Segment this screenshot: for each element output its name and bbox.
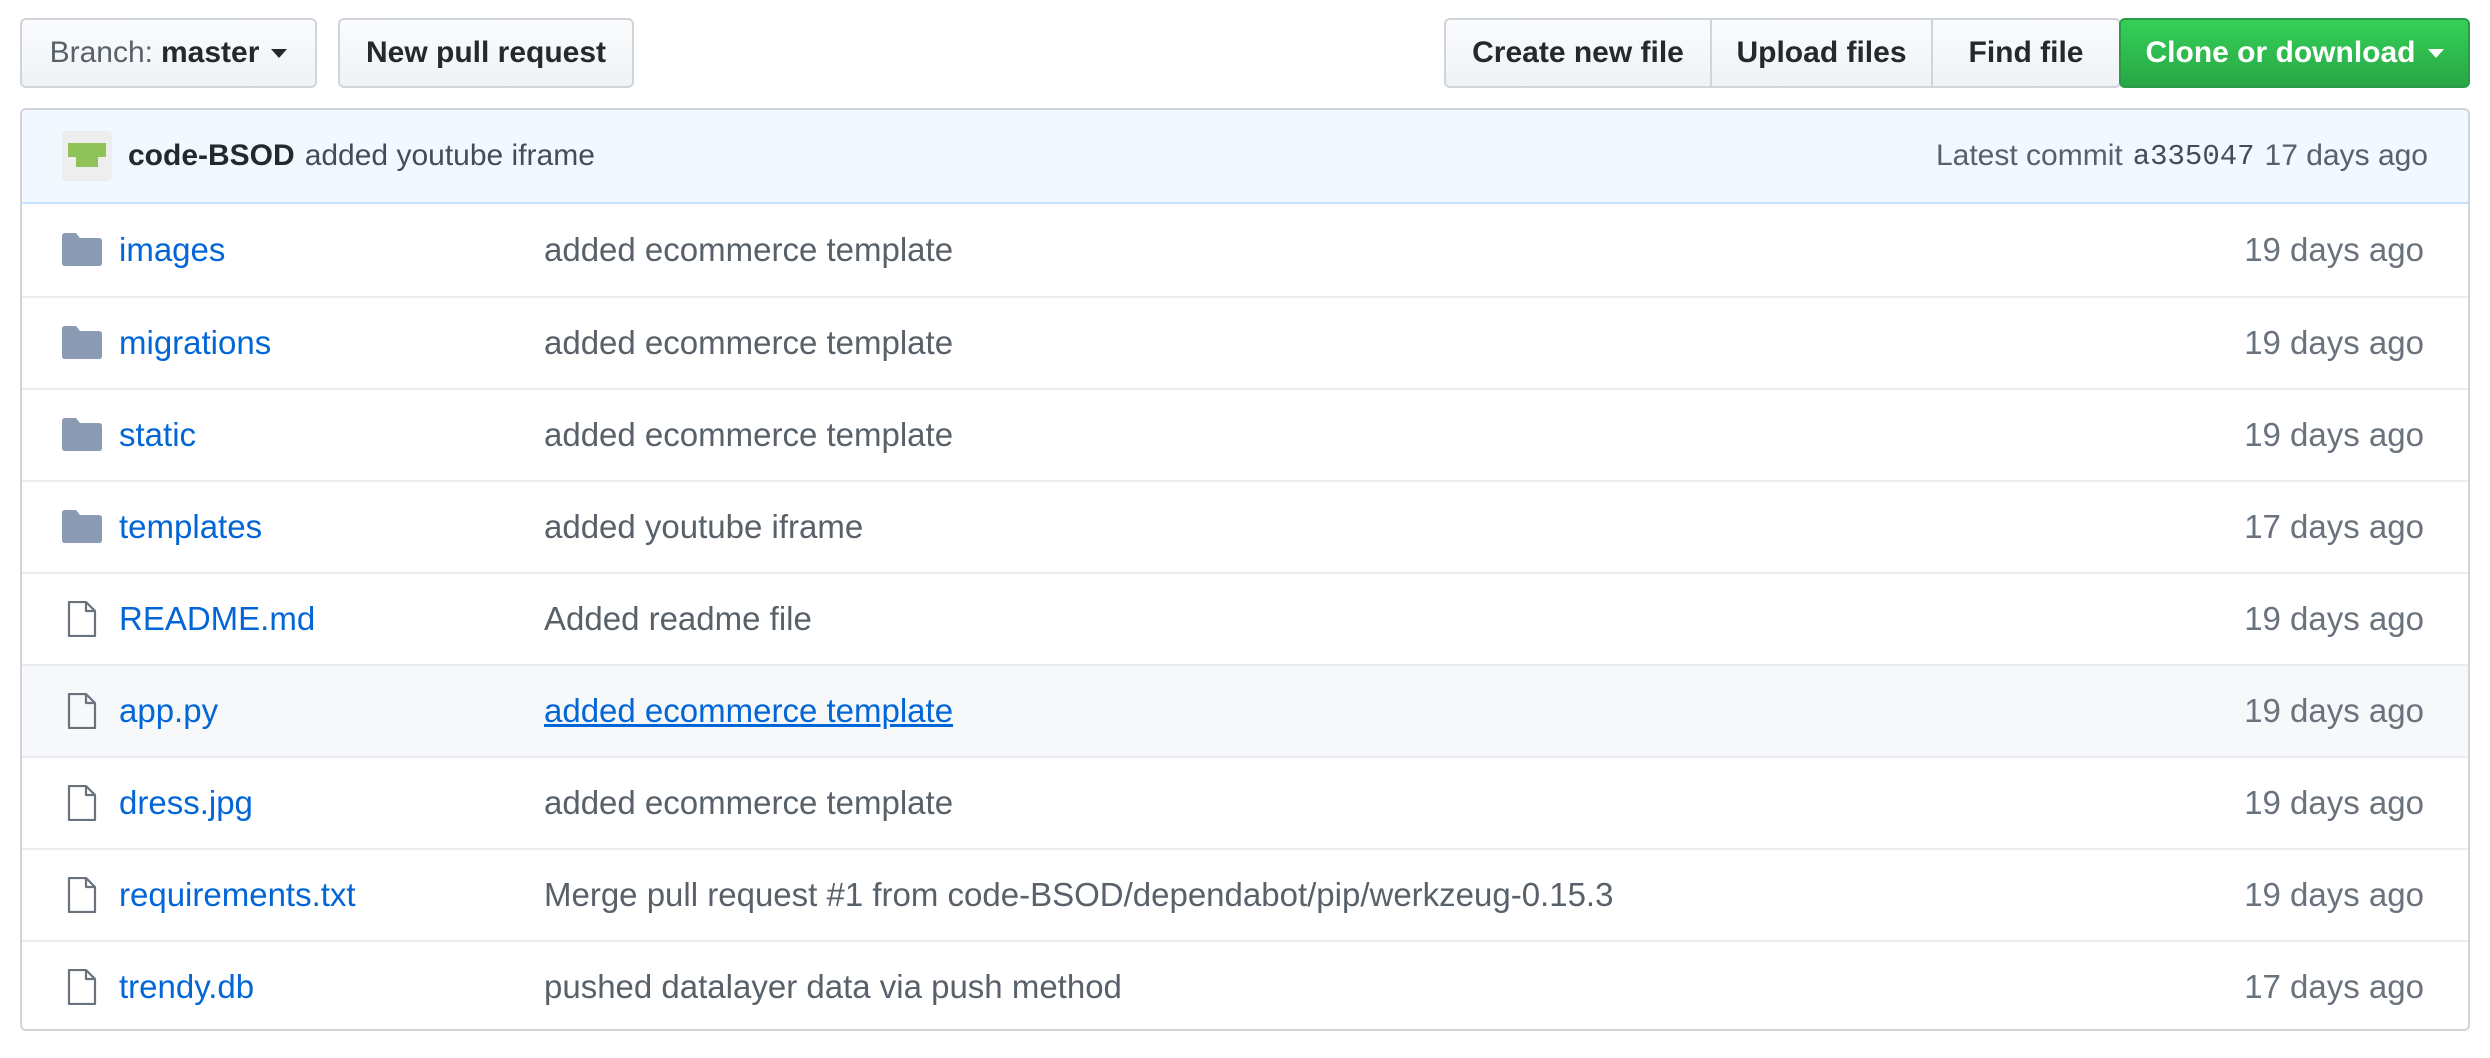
file-commit-message[interactable]: added ecommerce template xyxy=(544,692,953,730)
file-commit-message[interactable]: Merge pull request #1 from code-BSOD/dep… xyxy=(544,876,1613,914)
file-list: code-BSOD added youtube iframe Latest co… xyxy=(20,108,2470,1031)
latest-commit-bar: code-BSOD added youtube iframe Latest co… xyxy=(22,110,2468,204)
file-commit-message[interactable]: added ecommerce template xyxy=(544,324,953,362)
chevron-down-icon xyxy=(271,48,288,58)
folder-icon xyxy=(62,509,102,545)
file-name-link[interactable]: templates xyxy=(119,508,262,546)
folder-icon xyxy=(62,232,102,268)
file-commit-message[interactable]: pushed datalayer data via push method xyxy=(544,968,1122,1006)
file-row: dress.jpg added ecommerce template 19 days… xyxy=(22,756,2468,848)
file-row: images added ecommerce template 19 days ag… xyxy=(22,204,2468,296)
branch-select-button[interactable]: Branch: master xyxy=(20,18,317,88)
file-row: app.py added ecommerce template 19 days ag… xyxy=(22,664,2468,756)
file-age: 17 days ago xyxy=(2244,508,2424,545)
avatar[interactable] xyxy=(62,131,112,181)
file-age: 19 days ago xyxy=(2244,324,2424,361)
file-name-link[interactable]: README.md xyxy=(119,600,315,638)
branch-prefix: Branch: xyxy=(49,36,153,69)
commit-sha[interactable]: a335047 xyxy=(2133,140,2255,173)
file-row: README.md Added readme file 19 days ago xyxy=(22,572,2468,664)
commit-age: 17 days ago xyxy=(2264,139,2428,172)
file-name-link[interactable]: static xyxy=(119,416,196,454)
branch-name: master xyxy=(160,36,260,69)
clone-label: Clone or download xyxy=(2145,36,2416,69)
file-name-link[interactable]: app.py xyxy=(119,692,218,730)
file-name-link[interactable]: trendy.db xyxy=(119,968,254,1006)
file-commit-message[interactable]: added ecommerce template xyxy=(544,231,953,269)
commit-message[interactable]: added youtube iframe xyxy=(305,139,595,173)
repo-toolbar: Branch: master New pull request Create n… xyxy=(20,18,2470,88)
file-row: requirements.txt Merge pull request #1 fr… xyxy=(22,848,2468,940)
file-name-link[interactable]: images xyxy=(119,231,225,269)
file-icon xyxy=(67,784,107,822)
file-commit-message[interactable]: added ecommerce template xyxy=(544,416,953,454)
file-icon xyxy=(67,876,107,914)
latest-commit-label: Latest commit xyxy=(1935,139,2123,172)
file-commit-message[interactable]: added ecommerce template xyxy=(544,784,953,822)
find-file-button[interactable]: Find file xyxy=(1931,18,2121,88)
file-name-link[interactable]: dress.jpg xyxy=(119,784,253,822)
file-age: 17 days ago xyxy=(2244,968,2424,1005)
file-name-link[interactable]: migrations xyxy=(119,324,271,362)
file-age: 19 days ago xyxy=(2244,416,2424,453)
file-row: trendy.db pushed datalayer data via push … xyxy=(22,940,2468,1029)
create-new-file-button[interactable]: Create new file xyxy=(1444,18,1712,88)
upload-files-button[interactable]: Upload files xyxy=(1710,18,1933,88)
file-commit-message[interactable]: Added readme file xyxy=(544,600,812,638)
file-age: 19 days ago xyxy=(2244,600,2424,637)
file-age: 19 days ago xyxy=(2244,231,2424,268)
file-rows: images added ecommerce template 19 days ag… xyxy=(22,204,2468,1029)
file-age: 19 days ago xyxy=(2244,692,2424,729)
file-actions-group: Create new file Upload files Find file xyxy=(1444,18,2121,88)
commit-author[interactable]: code-BSOD xyxy=(128,139,295,173)
file-row: static added ecommerce template 19 days ag… xyxy=(22,388,2468,480)
folder-icon xyxy=(62,417,102,453)
latest-commit-info: Latest commit a335047 17 days ago xyxy=(1936,139,2428,173)
file-icon xyxy=(67,600,107,638)
file-age: 19 days ago xyxy=(2244,876,2424,913)
file-row: migrations added ecommerce template 19 day… xyxy=(22,296,2468,388)
folder-icon xyxy=(62,325,102,361)
file-icon xyxy=(67,968,107,1006)
clone-or-download-button[interactable]: Clone or download xyxy=(2119,18,2470,88)
chevron-down-icon xyxy=(2427,48,2444,58)
file-name-link[interactable]: requirements.txt xyxy=(119,876,356,914)
file-icon xyxy=(67,692,107,730)
file-row: templates added youtube iframe 17 days ago xyxy=(22,480,2468,572)
new-pull-request-button[interactable]: New pull request xyxy=(338,18,634,88)
file-commit-message[interactable]: added youtube iframe xyxy=(544,508,863,546)
file-age: 19 days ago xyxy=(2244,784,2424,821)
